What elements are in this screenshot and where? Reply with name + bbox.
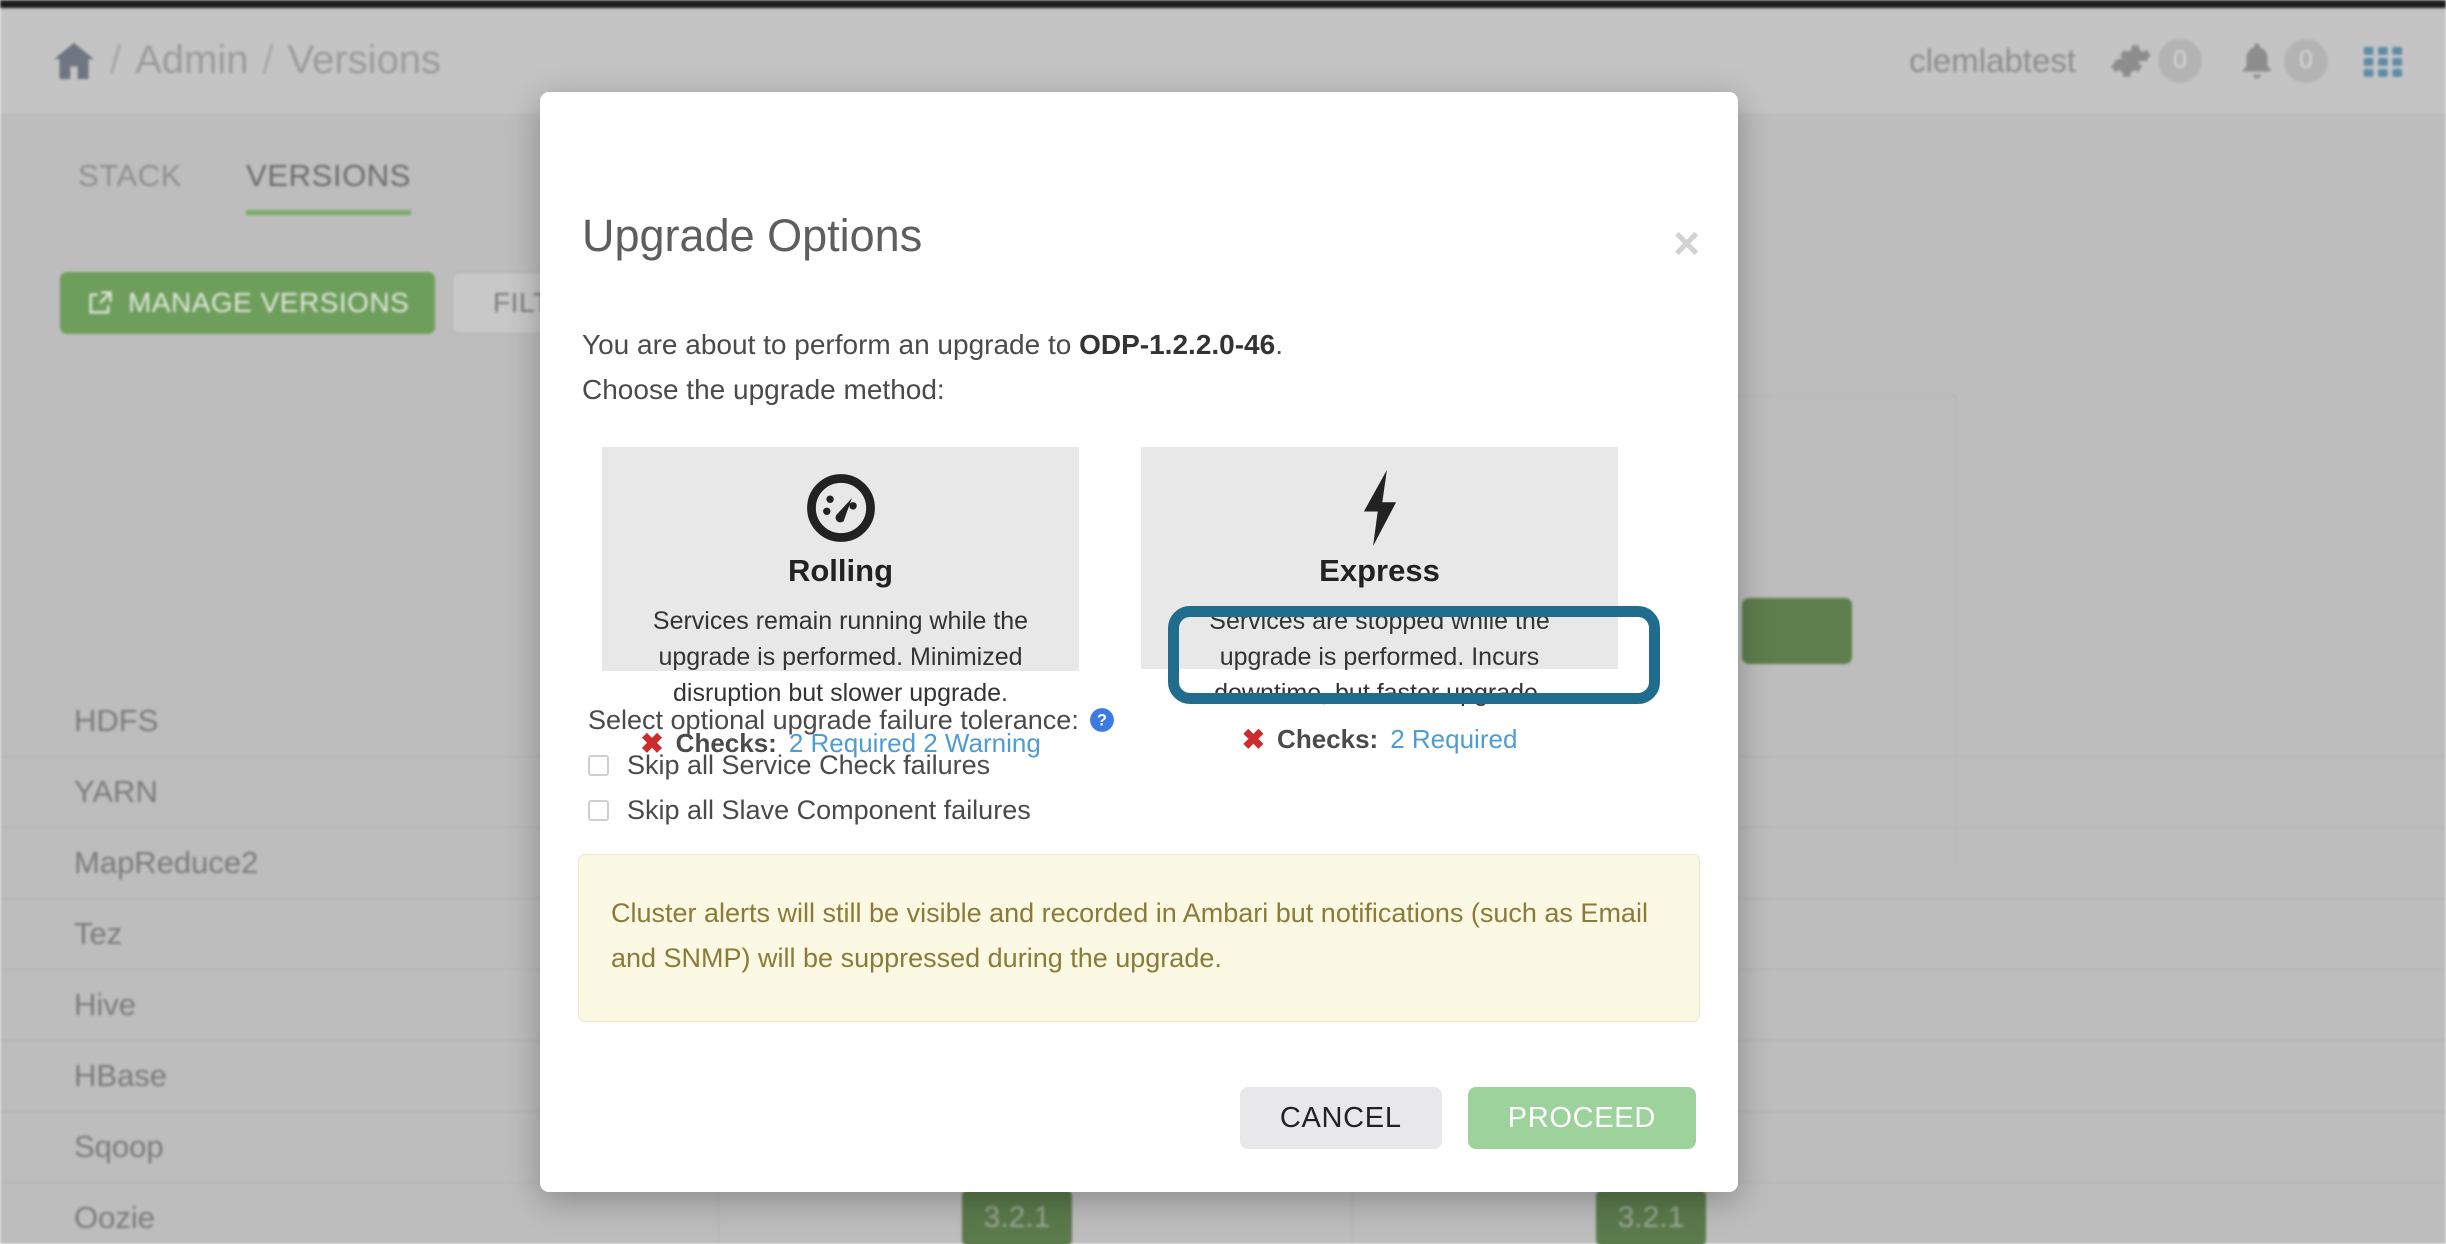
gear-icon[interactable] <box>2110 40 2152 82</box>
proceed-button[interactable]: PROCEED <box>1467 1087 1696 1149</box>
upgrade-method-rolling[interactable]: Rolling Services remain running while th… <box>602 446 1079 759</box>
tab-stack[interactable]: STACK <box>78 158 182 210</box>
service-name: Sqoop <box>74 1129 164 1164</box>
home-icon[interactable] <box>52 41 96 81</box>
upgrade-method-cards: Rolling Services remain running while th… <box>602 446 1738 759</box>
checks-label: Checks: <box>1277 724 1379 755</box>
version-badge[interactable]: 3.2.1 <box>962 1190 1072 1244</box>
header-right-group: clemlabtest 0 0 <box>1909 38 2404 83</box>
screen: / Admin / Versions clemlabtest 0 0 STACK… <box>0 0 2446 1244</box>
checks-links[interactable]: 2 Required <box>1390 724 1517 755</box>
breadcrumb-item-versions[interactable]: Versions <box>288 38 441 83</box>
close-icon[interactable]: × <box>1673 220 1700 266</box>
service-name: Tez <box>74 916 123 951</box>
method-checks-row: ✖ Checks: 2 Required <box>1161 723 1598 756</box>
svg-text:?: ? <box>1097 712 1107 730</box>
help-circle-icon[interactable]: ? <box>1089 707 1115 733</box>
method-description: Services remain running while the upgrad… <box>652 606 1029 708</box>
method-description: Services are stopped while the upgrade i… <box>1209 606 1550 708</box>
breadcrumb-separator-2: / <box>262 38 274 82</box>
skip-service-check-checkbox[interactable] <box>588 754 609 776</box>
skip-slave-component-checkbox[interactable] <box>588 799 609 821</box>
service-name: MapReduce2 <box>74 845 259 880</box>
error-x-icon: ✖ <box>1241 724 1266 756</box>
method-checks-row: ✖ Checks: 2 Required 2 Warning <box>622 727 1059 760</box>
intro-prefix: You are about to perform an upgrade to <box>582 329 1080 360</box>
service-name: Hive <box>74 987 137 1022</box>
breadcrumb: / Admin / Versions <box>52 38 441 83</box>
external-link-icon <box>89 291 112 314</box>
settings-group[interactable]: 0 <box>2110 38 2202 83</box>
grid-apps-icon[interactable] <box>2362 40 2404 82</box>
cancel-button[interactable]: CANCEL <box>1239 1087 1442 1149</box>
dialog-footer: CANCEL PROCEED <box>540 1044 1738 1192</box>
checkbox-label: Skip all Slave Component failures <box>627 794 1031 825</box>
intro-text: You are about to perform an upgrade to O… <box>582 322 1738 413</box>
intro-suffix: . <box>1275 329 1283 360</box>
choose-method-label: Choose the upgrade method: <box>582 374 945 406</box>
notifications-count-badge: 0 <box>2284 38 2328 83</box>
dialog-title: Upgrade Options <box>582 210 923 261</box>
lightning-bolt-icon <box>1161 469 1598 547</box>
service-name: YARN <box>74 774 158 809</box>
breadcrumb-separator-1: / <box>110 38 122 82</box>
notifications-group[interactable]: 0 <box>2236 38 2328 83</box>
username-label[interactable]: clemlabtest <box>1909 42 2076 80</box>
method-title: Express <box>1319 552 1440 588</box>
service-name: Oozie <box>74 1200 155 1235</box>
bell-icon[interactable] <box>2236 40 2278 82</box>
page-tabs: STACK VERSIONS <box>78 158 412 215</box>
manage-versions-button[interactable]: MANAGE VERSIONS <box>60 272 436 334</box>
manage-versions-label: MANAGE VERSIONS <box>128 287 410 318</box>
checkbox-row-slave-component[interactable]: Skip all Slave Component failures <box>588 795 1738 826</box>
dialog-body: You are about to perform an upgrade to O… <box>540 322 1738 1023</box>
breadcrumb-item-admin[interactable]: Admin <box>135 38 248 83</box>
error-x-icon: ✖ <box>640 728 664 760</box>
settings-count-badge: 0 <box>2158 38 2202 83</box>
service-name: HDFS <box>74 702 159 738</box>
browser-top-bar <box>0 0 2446 8</box>
background-action-button[interactable] <box>1742 598 1852 664</box>
method-title: Rolling <box>787 552 894 588</box>
version-badge[interactable]: 3.2.1 <box>1596 1190 1706 1244</box>
checks-links[interactable]: 2 Required 2 Warning <box>789 728 1041 759</box>
upgrade-options-dialog: Upgrade Options × You are about to perfo… <box>540 92 1738 1192</box>
tab-versions[interactable]: VERSIONS <box>246 158 412 215</box>
alert-suppression-notice: Cluster alerts will still be visible and… <box>578 853 1700 1023</box>
service-name: HBase <box>74 1058 168 1093</box>
gauge-icon <box>622 469 1059 547</box>
checks-label: Checks: <box>675 728 777 759</box>
target-version: ODP-1.2.2.0-46 <box>1079 329 1276 360</box>
upgrade-method-express[interactable]: Express Services are stopped while the u… <box>1141 446 1618 755</box>
